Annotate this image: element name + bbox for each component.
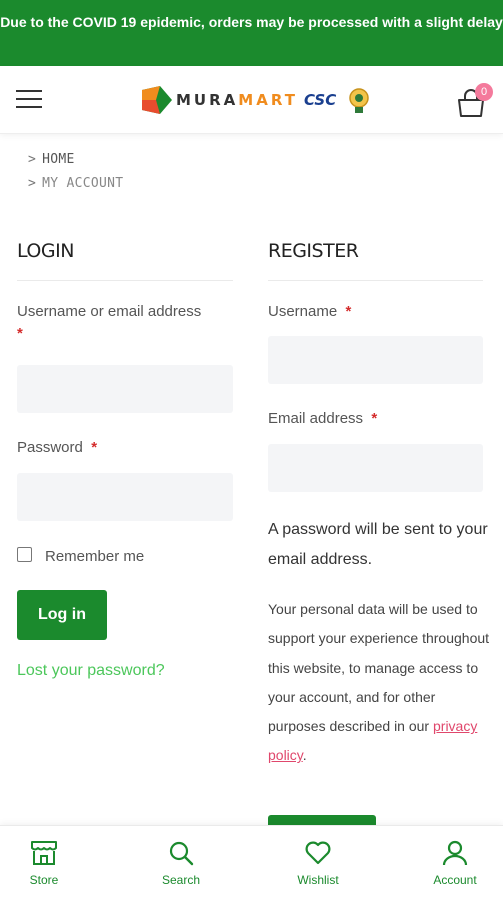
remember-me-label: Remember me: [45, 548, 145, 565]
nav-search[interactable]: Search: [131, 826, 231, 900]
login-password-input[interactable]: [17, 473, 233, 521]
lost-password-link[interactable]: Lost your password?: [17, 662, 165, 680]
nav-account-label: Account: [433, 873, 477, 887]
site-header: MURAMART CSC: [0, 66, 503, 134]
menu-icon[interactable]: [16, 90, 42, 110]
user-icon: [442, 840, 468, 866]
login-title: LOGIN: [17, 240, 74, 262]
register-email-label: Email address *: [268, 410, 378, 427]
heart-icon: [305, 841, 331, 865]
register-username-input[interactable]: [268, 336, 483, 384]
nav-wishlist[interactable]: Wishlist: [268, 826, 368, 900]
logo-wordmark: MURAMART: [176, 91, 298, 109]
register-username-label: Username *: [268, 303, 352, 320]
required-marker: *: [17, 325, 23, 342]
login-divider: [17, 280, 233, 281]
privacy-notice: Your personal data will be used to suppo…: [268, 601, 490, 764]
banner-text-prefix: Due to the: [0, 14, 73, 30]
nav-store-label: Store: [29, 873, 59, 887]
breadcrumb-item-home[interactable]: > HOME: [28, 148, 123, 172]
breadcrumb: > HOME > MY ACCOUNT: [28, 148, 123, 196]
nav-account[interactable]: Account: [405, 826, 503, 900]
required-marker: *: [345, 303, 352, 320]
muramart-logo-mark-icon: [142, 86, 172, 114]
bottom-nav: Store Search Wishlist Account: [0, 825, 503, 900]
search-icon: [169, 841, 194, 866]
password-email-note: A password will be sent to your email ad…: [268, 521, 488, 568]
banner-text-suffix: epidemic, orders may be processed with a…: [136, 14, 503, 30]
register-title: REGISTER: [268, 240, 359, 262]
required-marker: *: [91, 439, 98, 456]
breadcrumb-item-my-account: > MY ACCOUNT: [28, 176, 124, 191]
emblem-icon: [349, 88, 369, 113]
register-email-input[interactable]: [268, 444, 483, 492]
login-username-input[interactable]: [17, 365, 233, 413]
covid-notice-banner: Due to the COVID 19 epidemic, orders may…: [0, 0, 503, 66]
nav-store[interactable]: Store: [0, 826, 94, 900]
chevron-right-icon: >: [28, 152, 37, 167]
required-marker: *: [371, 410, 378, 427]
site-logo[interactable]: MURAMART CSC: [142, 84, 372, 116]
banner-text-bold: COVID 19: [72, 14, 137, 30]
login-button[interactable]: Log in: [17, 590, 107, 640]
chevron-right-icon: >: [28, 176, 37, 191]
login-password-label: Password *: [17, 439, 98, 456]
store-icon: [31, 841, 57, 865]
nav-search-label: Search: [161, 873, 201, 887]
register-divider: [268, 280, 483, 281]
nav-wishlist-label: Wishlist: [297, 873, 339, 887]
remember-me-checkbox[interactable]: [17, 547, 32, 562]
cart-count-badge: 0: [475, 83, 493, 101]
login-username-label: Username or email address *: [17, 303, 202, 342]
csc-logo: CSC: [303, 91, 337, 109]
